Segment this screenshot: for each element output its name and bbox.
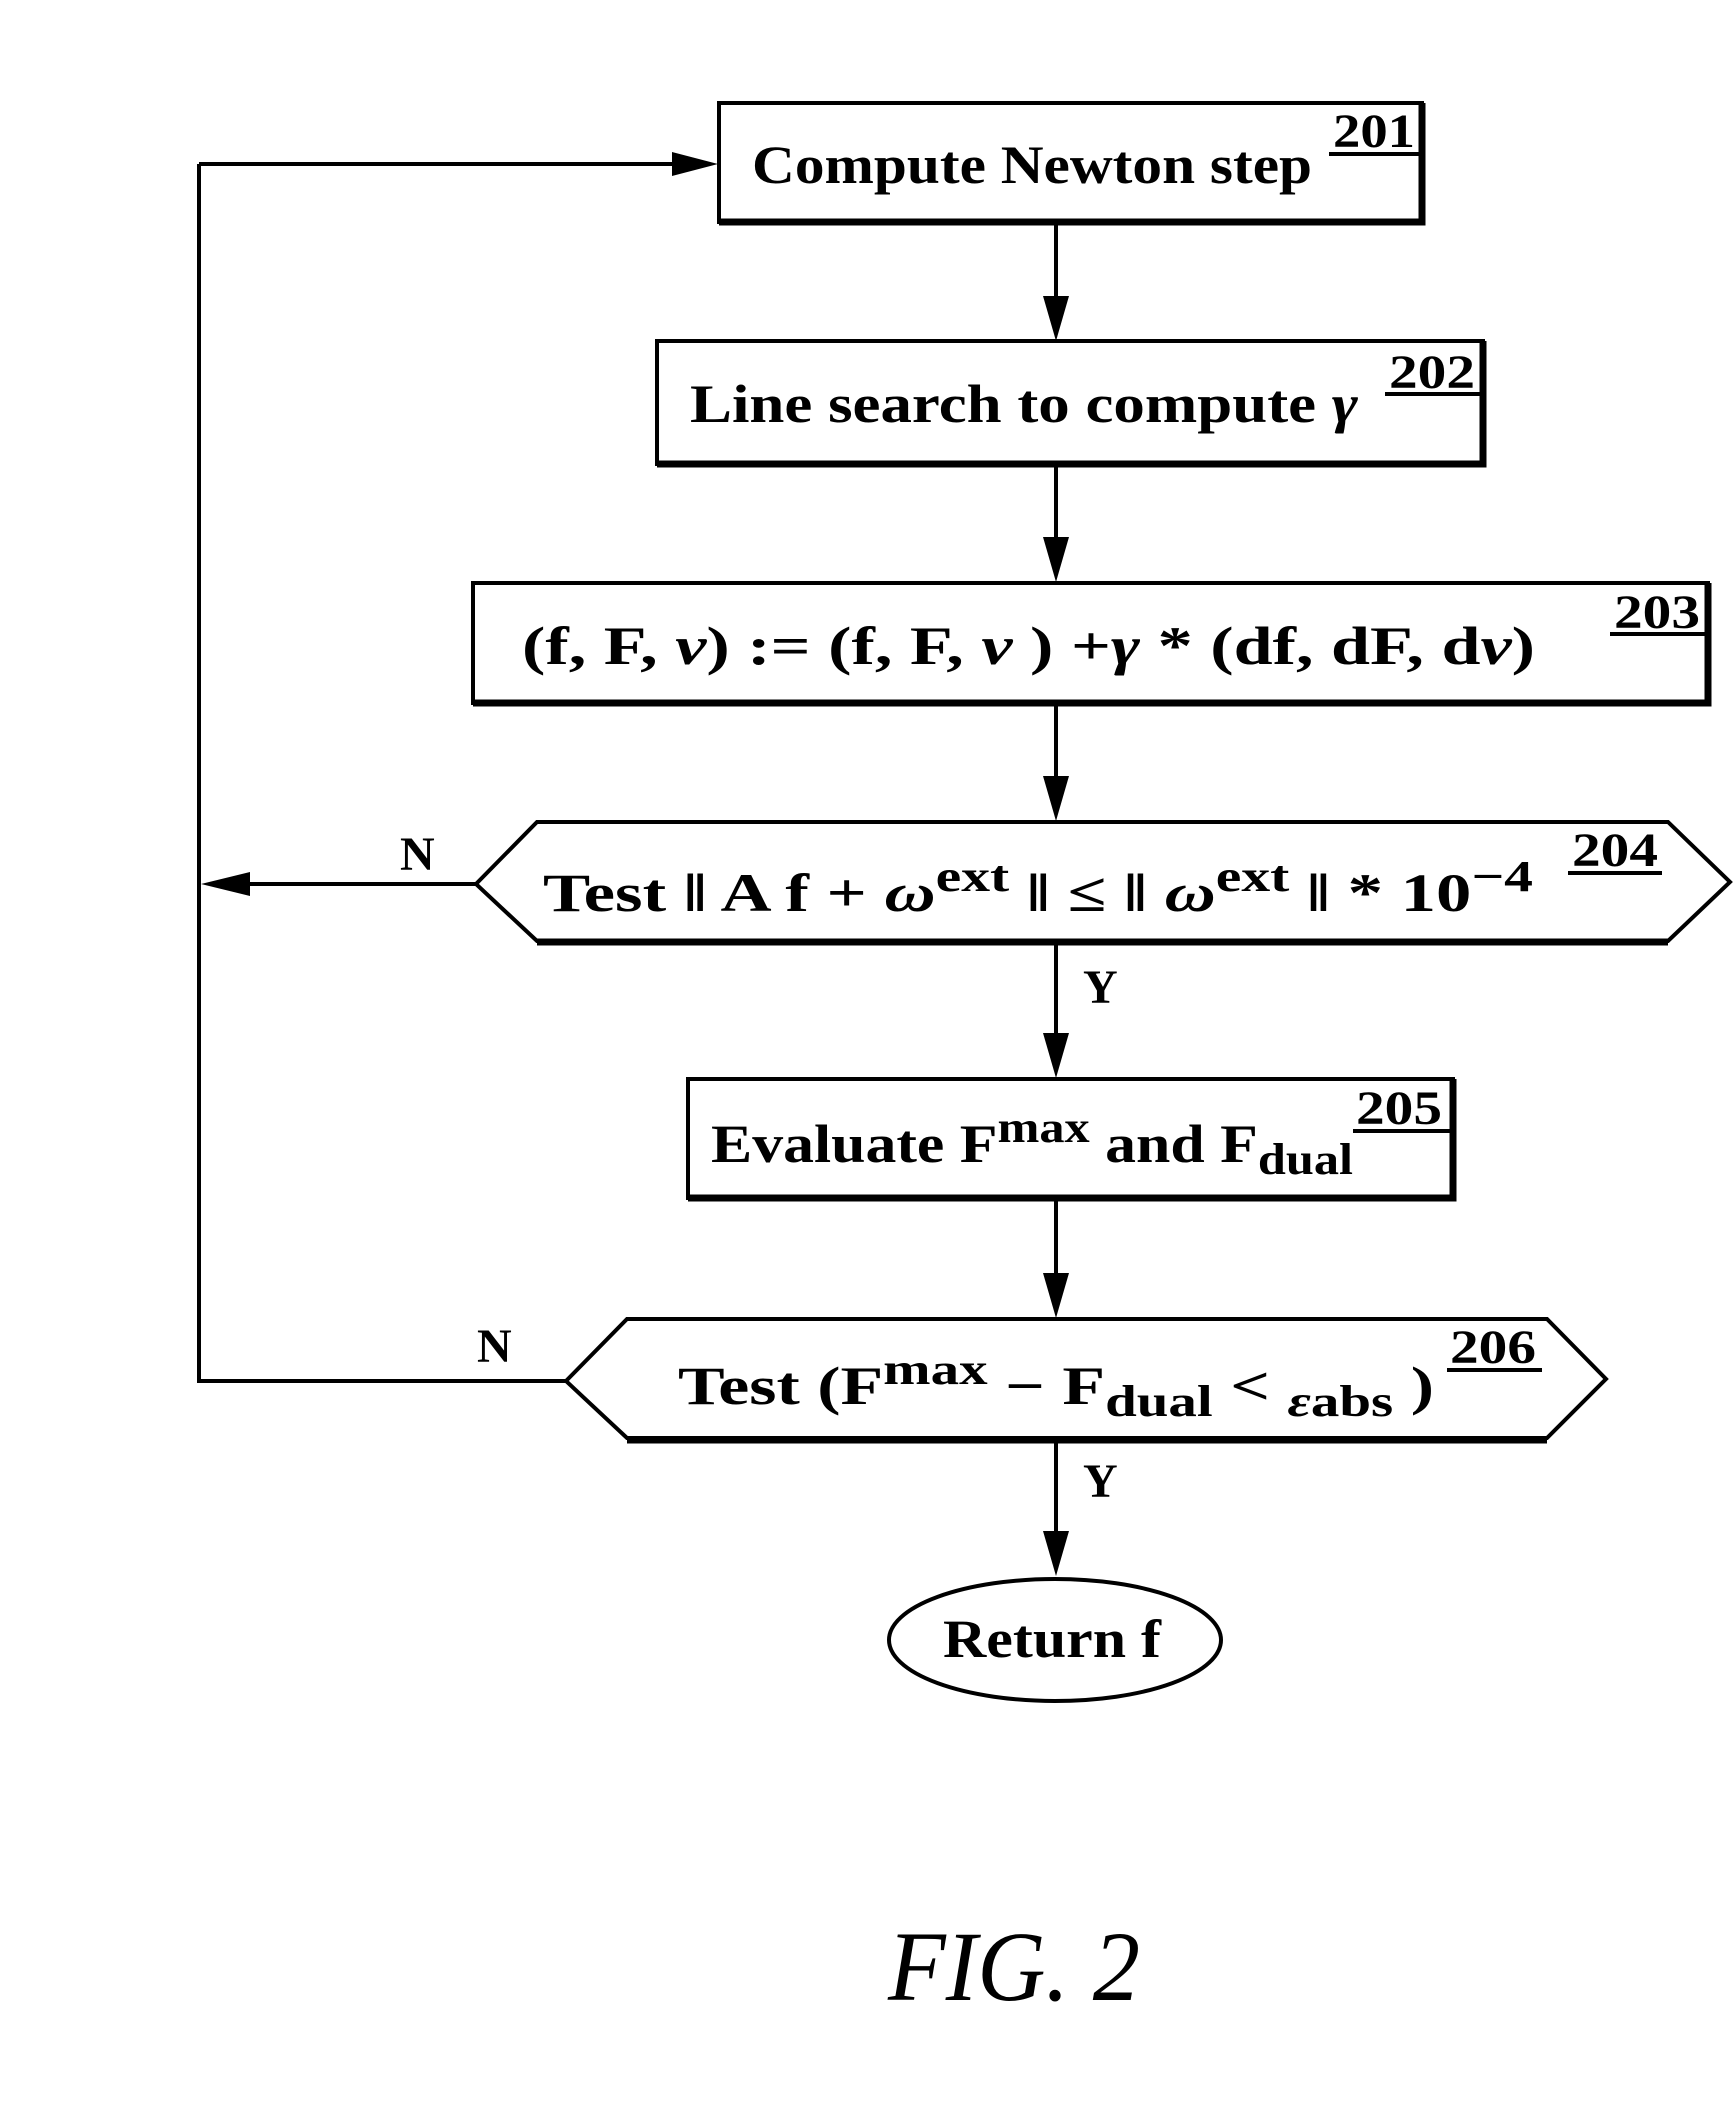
label-part: ν [1481,616,1513,676]
arrowhead-206 [1043,1273,1069,1318]
arrowhead-202 [1043,296,1069,341]
label-part: max [997,1103,1089,1152]
label-part: < [1213,1356,1288,1416]
edge-label-no-204: N [400,828,435,881]
label-part: ν [981,616,1013,676]
arrowhead-204 [1043,776,1069,821]
label-part: ω [885,863,936,923]
label-part: and F [1090,1114,1258,1174]
node-205-evaluate: Evaluate Fmax and Fdual 205 [686,1077,1457,1202]
arrowhead-205 [1043,1033,1069,1078]
label-part: ‖ * 10 [1289,863,1471,923]
label-part: Line search to compute [690,374,1332,434]
label-part: dual [1105,1377,1213,1426]
label-part: ‖ ≤ ‖ [1009,863,1164,923]
edge-label-yes-204: Y [1083,961,1118,1014]
label-part: − F [988,1356,1105,1416]
label-part: Compute Newton step [752,135,1312,195]
terminal-label: Return f [943,1609,1162,1669]
label-part: γ [1332,374,1359,434]
label-part: ε [1288,1377,1311,1426]
label-part: Test ‖ A f + [543,863,885,923]
node-return-f: Return f [887,1577,1223,1703]
node-201-ref: 201 [1333,105,1415,158]
node-203-update-step: (f, F, ν) := (f, F, ν ) + γ * (df, dF, dν… [471,581,1712,707]
label-part: ) [1393,1356,1434,1416]
label-part: Evaluate F [711,1114,997,1174]
label-part: ) [1512,616,1535,676]
label-part: ext [936,852,1010,901]
node-204-residual-test: Test ‖ A f + ω ext ‖ ≤ ‖ ω ext ‖ * 10 −4 20… [473,820,1733,946]
flowchart-canvas: N N Y Y Compute Newton step 201 Line sea… [197,101,1733,2022]
label-part: ) + [1013,616,1111,676]
label-part: ext [1216,852,1290,901]
arrowhead-end [1043,1531,1069,1576]
node-205-ref: 205 [1356,1082,1442,1135]
label-part: Test (F [678,1356,883,1416]
node-202-ref: 202 [1389,346,1475,399]
label-part: γ [1111,616,1141,676]
arrowhead-no-204 [201,872,250,896]
node-202-label: Line search to compute γ [690,374,1359,434]
label-part: ) := (f, F, [706,616,981,676]
loop-back-path [197,152,718,1383]
label-part: * (df, dF, d [1140,616,1480,676]
arrowhead-into-201 [672,152,718,176]
node-203-ref: 203 [1614,586,1700,639]
label-part: ν [675,616,707,676]
node-206-convergence-test: Test (F max − Fdual < ε abs ) 206 [563,1317,1609,1444]
figure-caption: FIG. 2 [887,1911,1140,2022]
label-part: max [883,1345,987,1394]
label-part: dual [1258,1135,1353,1184]
arrowhead-203 [1043,537,1069,582]
node-204-label: Test ‖ A f + ω ext ‖ ≤ ‖ ω ext ‖ * 10 −4 [543,852,1533,923]
edge-label-yes-206: Y [1083,1455,1118,1508]
label-part: abs [1311,1377,1393,1426]
edge-label-no-206: N [477,1320,512,1373]
label-part: ω [1165,863,1216,923]
node-203-label: (f, F, ν) := (f, F, ν ) + γ * (df, dF, dν… [522,616,1535,676]
node-202-line-search: Line search to compute γ 202 [655,339,1487,468]
label-part: −4 [1471,852,1533,901]
node-201-compute-newton-step: Compute Newton step 201 [717,101,1426,226]
label-part: (f, F, [522,616,675,676]
node-204-ref: 204 [1572,824,1658,877]
node-206-ref: 206 [1450,1321,1536,1374]
label-part: Return f [943,1609,1162,1669]
node-201-label: Compute Newton step [752,135,1312,195]
